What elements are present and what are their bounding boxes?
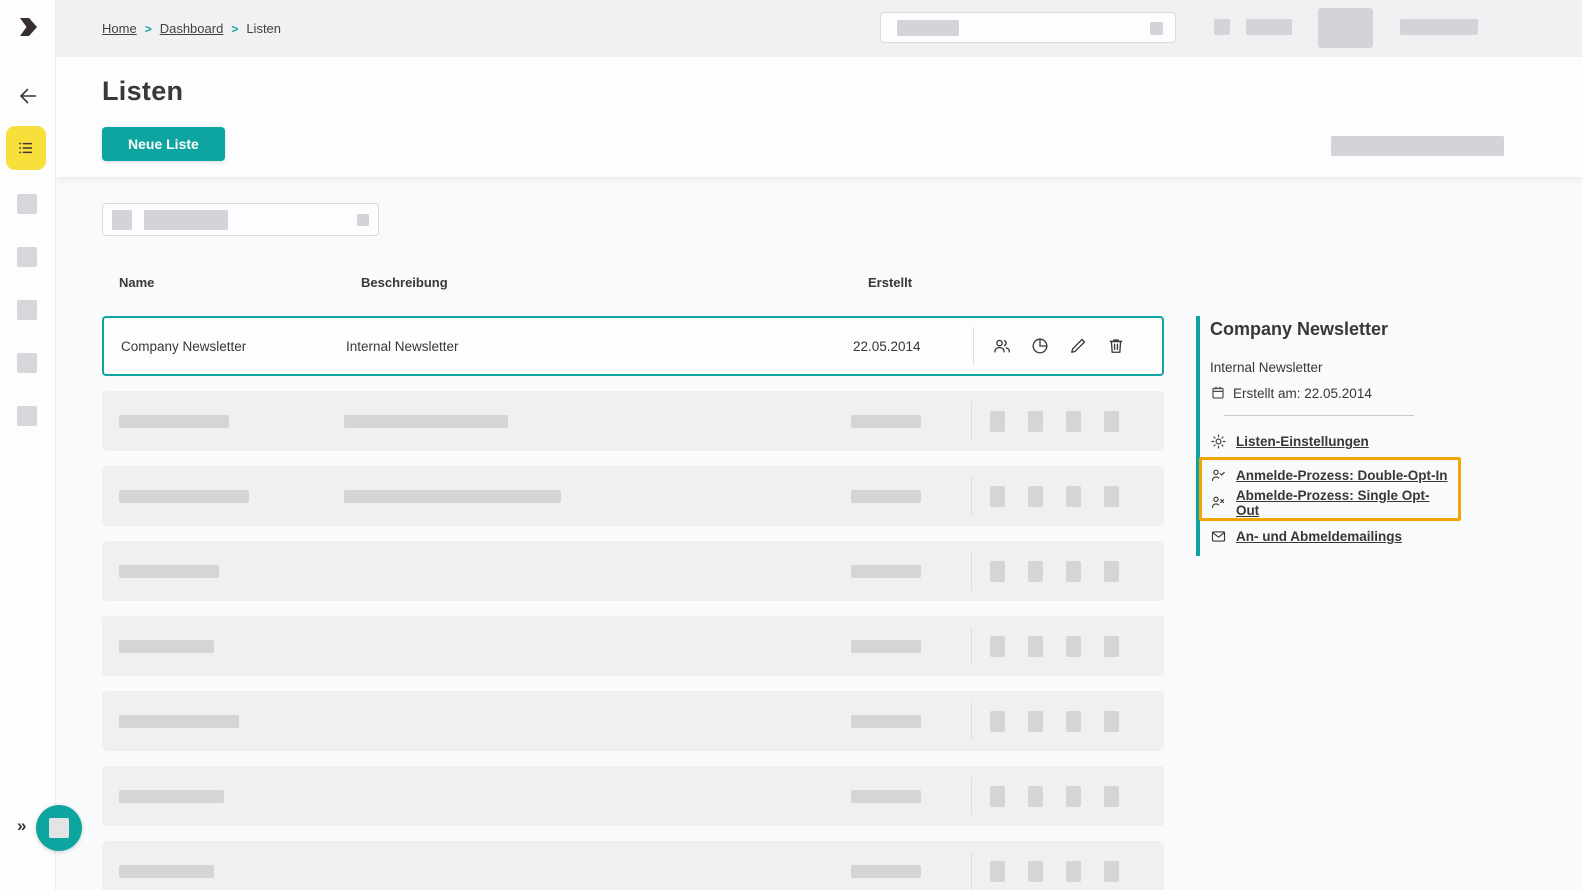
topbar-placeholder-icon xyxy=(1214,19,1230,35)
fab-placeholder-icon xyxy=(49,818,69,838)
sidebar-item-placeholder[interactable] xyxy=(17,194,37,214)
detail-title: Company Newsletter xyxy=(1210,319,1566,340)
filter-placeholder-icon xyxy=(112,210,132,230)
filter-placeholder-bar xyxy=(144,210,228,230)
table-row-skeleton xyxy=(102,766,1164,826)
breadcrumb-separator: > xyxy=(231,22,238,36)
page-header: Listen Neue Liste xyxy=(56,57,1582,177)
edit-icon[interactable] xyxy=(1068,336,1088,356)
list-detail-panel: Company Newsletter Internal Newsletter E… xyxy=(1196,316,1566,556)
lists-table: Company Newsletter Internal Newsletter 2… xyxy=(102,316,1164,890)
list-icon xyxy=(15,137,37,159)
calendar-icon xyxy=(1210,385,1226,401)
sidebar-item-placeholder[interactable] xyxy=(17,300,37,320)
avatar[interactable] xyxy=(1318,8,1373,48)
breadcrumb-separator: > xyxy=(145,22,152,36)
list-description: Internal Newsletter xyxy=(346,339,853,354)
sidebar-item-placeholder[interactable] xyxy=(17,406,37,426)
sidebar: » xyxy=(0,0,56,890)
statistics-icon[interactable] xyxy=(1030,336,1050,356)
table-row-skeleton xyxy=(102,466,1164,526)
sidebar-expand-chevrons[interactable]: » xyxy=(17,816,26,836)
filter-dropdown-icon xyxy=(357,214,369,226)
search-input[interactable] xyxy=(880,12,1176,43)
list-filter-input[interactable] xyxy=(102,203,379,236)
new-list-button[interactable]: Neue Liste xyxy=(102,127,225,161)
topbar: Home > Dashboard > Listen xyxy=(56,0,1582,57)
page-title: Listen xyxy=(102,76,183,107)
search-icon xyxy=(1150,22,1163,35)
delete-icon[interactable] xyxy=(1106,336,1126,356)
row-actions xyxy=(992,336,1126,356)
column-header-description: Beschreibung xyxy=(361,275,448,290)
breadcrumb-dashboard-link[interactable]: Dashboard xyxy=(160,21,224,36)
topbar-placeholder-bar xyxy=(1400,19,1478,35)
recipients-icon[interactable] xyxy=(992,336,1012,356)
optout-process-link[interactable]: Abmelde-Prozess: Single Opt-Out xyxy=(1236,488,1452,518)
column-header-created: Erstellt xyxy=(868,275,912,290)
panel-divider xyxy=(1224,415,1414,416)
table-row-skeleton xyxy=(102,841,1164,890)
mailings-link[interactable]: An- und Abmeldemailings xyxy=(1236,529,1402,544)
list-created-date: 22.05.2014 xyxy=(853,339,973,354)
table-row-skeleton xyxy=(102,691,1164,751)
floating-action-button[interactable] xyxy=(36,805,82,851)
optin-process-link[interactable]: Anmelde-Prozess: Double-Opt-In xyxy=(1236,468,1448,483)
sidebar-item-placeholder[interactable] xyxy=(17,353,37,373)
table-row-skeleton xyxy=(102,391,1164,451)
column-header-name: Name xyxy=(119,275,154,290)
breadcrumb-home-link[interactable]: Home xyxy=(102,21,137,36)
logo-icon xyxy=(11,10,45,44)
topbar-placeholder-bar xyxy=(1246,19,1292,35)
back-arrow-icon[interactable] xyxy=(16,84,40,108)
person-check-icon xyxy=(1210,467,1227,484)
sidebar-item-lists[interactable] xyxy=(6,126,46,170)
actions-divider xyxy=(973,327,974,365)
detail-subtitle: Internal Newsletter xyxy=(1210,360,1566,375)
envelope-icon xyxy=(1210,528,1227,545)
header-placeholder-bar xyxy=(1331,136,1504,156)
person-x-icon xyxy=(1210,494,1227,511)
table-row-selected[interactable]: Company Newsletter Internal Newsletter 2… xyxy=(102,316,1164,376)
breadcrumb-current: Listen xyxy=(246,21,281,36)
opt-process-highlight-box: Anmelde-Prozess: Double-Opt-In Abmelde-P… xyxy=(1199,457,1461,521)
table-row-skeleton xyxy=(102,616,1164,676)
search-placeholder-bar xyxy=(897,20,959,36)
table-row-skeleton xyxy=(102,541,1164,601)
sidebar-item-placeholder[interactable] xyxy=(17,247,37,267)
breadcrumb: Home > Dashboard > Listen xyxy=(102,0,281,57)
gear-icon xyxy=(1210,433,1227,450)
list-settings-link[interactable]: Listen-Einstellungen xyxy=(1236,434,1369,449)
list-name: Company Newsletter xyxy=(104,339,346,354)
detail-created-date: Erstellt am: 22.05.2014 xyxy=(1233,386,1372,401)
